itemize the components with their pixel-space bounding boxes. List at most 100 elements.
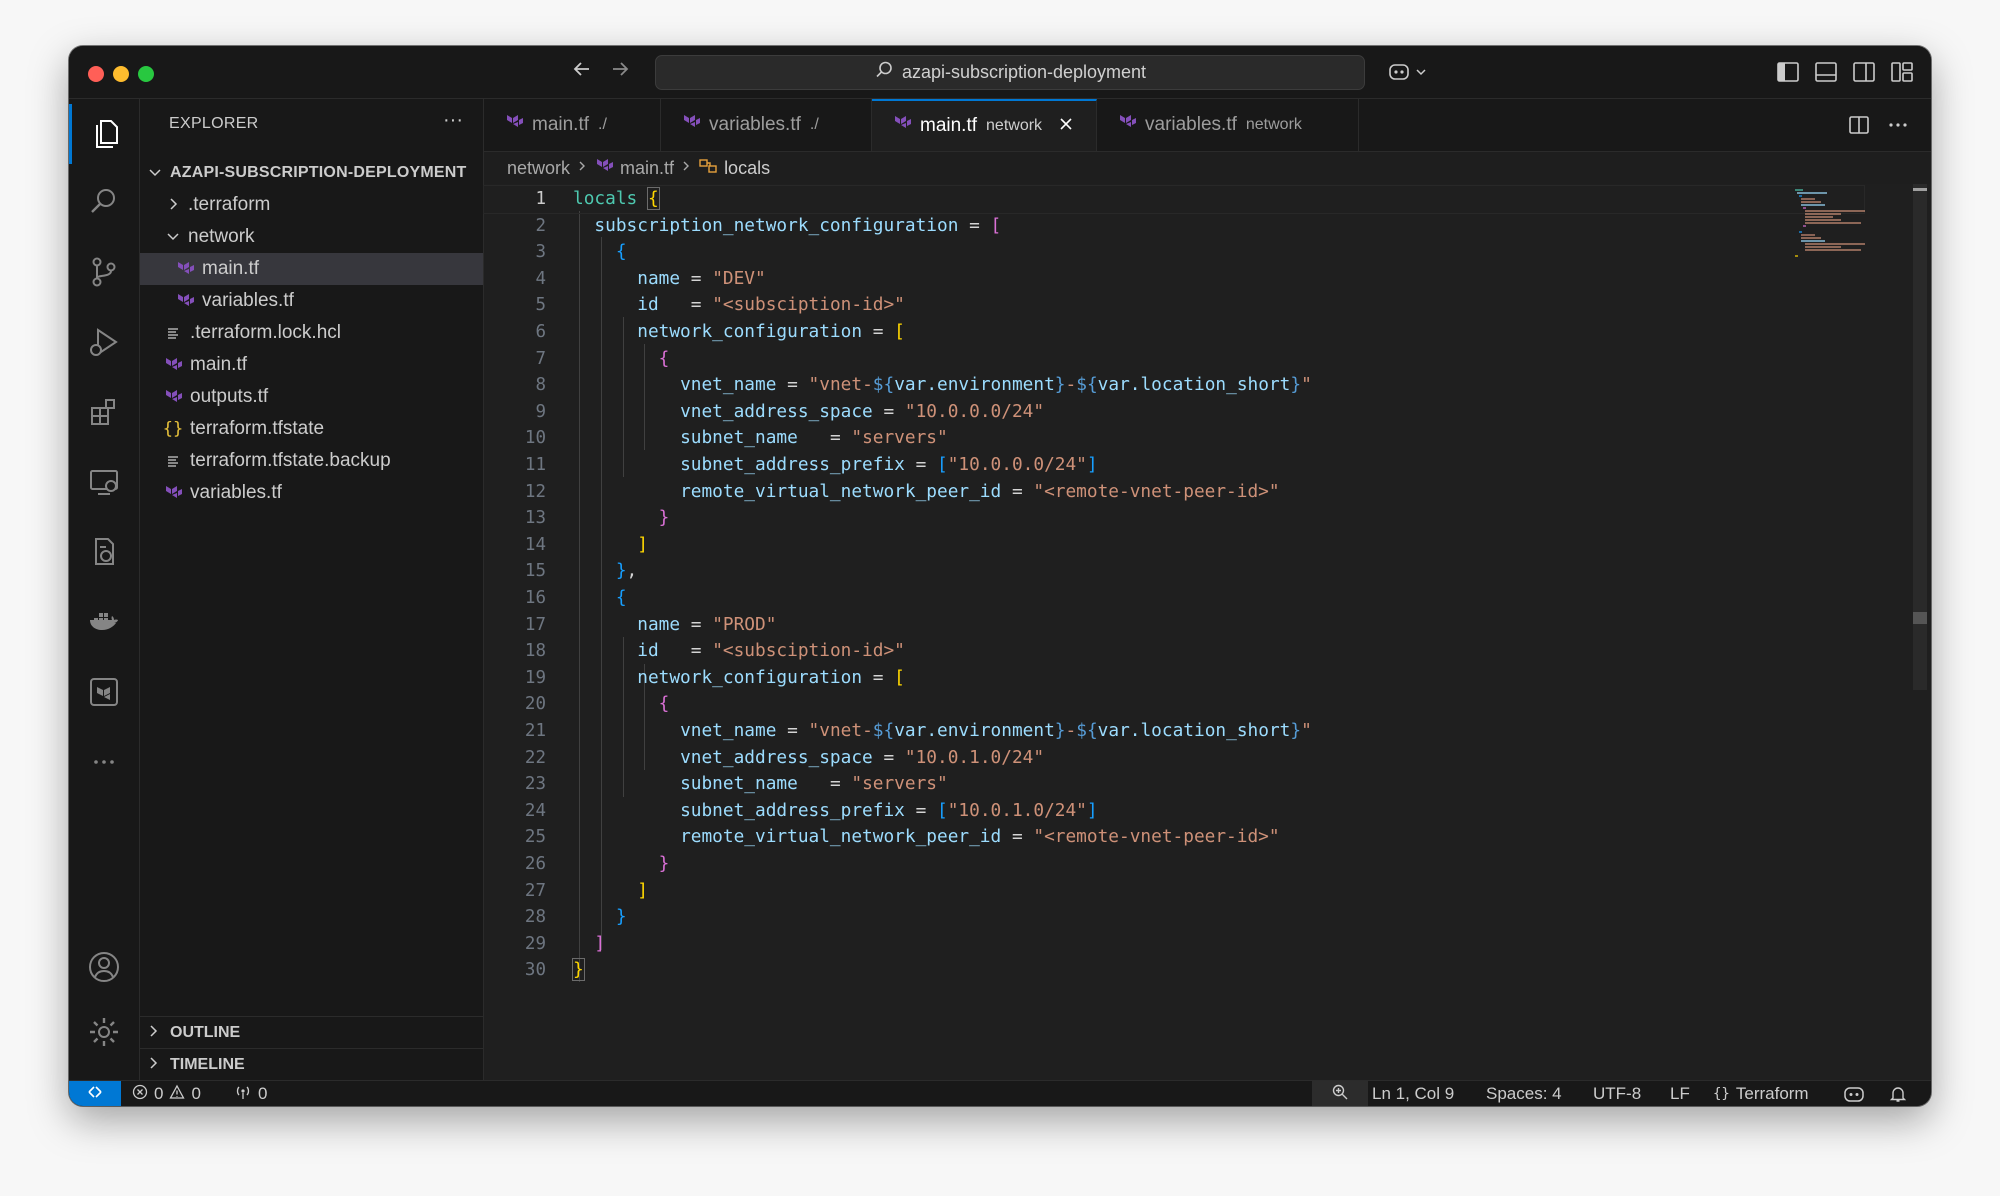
line-number: 2	[535, 215, 546, 236]
close-tab-icon[interactable]	[1058, 115, 1074, 138]
extensions-activity[interactable]	[69, 384, 139, 444]
indentation-setting[interactable]: Spaces: 4	[1486, 1081, 1562, 1106]
line-number: 18	[524, 641, 546, 662]
ports-indicator[interactable]: 0	[234, 1081, 267, 1106]
section-label: TIMELINE	[170, 1056, 245, 1073]
tree-file-outputs[interactable]: outputs.tf	[140, 381, 483, 413]
code-line[interactable]: 7 {	[484, 346, 1864, 373]
code-line[interactable]: 6 network_configuration = [	[484, 319, 1864, 346]
code-editor[interactable]: 1 locals {2 subscription_network_configur…	[483, 184, 1931, 1080]
sidebar-more-actions[interactable]: ···	[443, 109, 463, 132]
breadcrumb-symbol[interactable]: locals	[724, 158, 770, 179]
code-line[interactable]: 27 ]	[484, 878, 1864, 905]
toggle-panel-icon[interactable]	[1812, 58, 1840, 86]
minimize-window-button[interactable]	[113, 66, 129, 82]
code-line[interactable]: 18 id = "<subsciption-id>"	[484, 638, 1864, 665]
copilot-status-icon[interactable]	[1843, 1081, 1865, 1106]
code-line[interactable]: 1 locals {	[483, 185, 1865, 214]
tree-file-network-main[interactable]: main.tf	[140, 253, 483, 285]
tab-main-root[interactable]: main.tf ./	[484, 99, 661, 151]
tab-main-network[interactable]: main.tf network	[872, 99, 1097, 151]
code-line[interactable]: 3 {	[484, 239, 1864, 266]
eol-setting[interactable]: LF	[1670, 1081, 1690, 1106]
customize-layout-icon[interactable]	[1888, 58, 1916, 86]
tree-folder-terraform[interactable]: .terraform	[140, 189, 483, 221]
code-line[interactable]: 20 {	[484, 691, 1864, 718]
workspace-root[interactable]: AZAPI-SUBSCRIPTION-DEPLOYMENT	[140, 157, 483, 189]
code-line[interactable]: 29 ]	[484, 931, 1864, 958]
search-activity[interactable]	[69, 174, 139, 234]
minimap[interactable]	[1793, 188, 1893, 258]
code-line[interactable]: 17 name = "PROD"	[484, 612, 1864, 639]
explorer-activity[interactable]	[69, 104, 142, 164]
zoom-indicator[interactable]	[1312, 1081, 1368, 1106]
more-views-activity[interactable]	[69, 734, 139, 794]
sidebar-title: EXPLORER	[169, 115, 259, 132]
breadcrumb-file[interactable]: main.tf	[620, 158, 674, 179]
remote-indicator[interactable]	[69, 1081, 121, 1106]
code-line[interactable]: 19 network_configuration = [	[484, 665, 1864, 692]
toggle-primary-sidebar-icon[interactable]	[1774, 58, 1802, 86]
tree-folder-network[interactable]: network	[140, 221, 483, 253]
cursor-position[interactable]: Ln 1, Col 9	[1372, 1081, 1454, 1106]
code-line[interactable]: 23 subnet_name = "servers"	[484, 771, 1864, 798]
code-line[interactable]: 28 }	[484, 904, 1864, 931]
run-debug-activity[interactable]	[69, 314, 139, 374]
code-line[interactable]: 9 vnet_address_space = "10.0.0.0/24"	[484, 399, 1864, 426]
tree-file-main[interactable]: main.tf	[140, 349, 483, 381]
problems-indicator[interactable]: 0 0	[132, 1081, 201, 1106]
code-line[interactable]: 5 id = "<subsciption-id>"	[484, 292, 1864, 319]
code-line[interactable]: 30}	[484, 957, 1864, 984]
split-editor-icon[interactable]	[1847, 113, 1871, 143]
forward-arrow-icon[interactable]	[606, 58, 634, 86]
breadcrumb-folder[interactable]: network	[507, 158, 570, 179]
close-window-button[interactable]	[88, 66, 104, 82]
symbol-icon	[698, 156, 718, 181]
tree-file-variables[interactable]: variables.tf	[140, 477, 483, 509]
tab-label: main.tf	[532, 114, 590, 135]
code-line[interactable]: 10 subnet_name = "servers"	[484, 425, 1864, 452]
code-line[interactable]: 15 },	[484, 558, 1864, 585]
notifications-bell-icon[interactable]	[1889, 1081, 1907, 1106]
code-line[interactable]: 4 name = "DEV"	[484, 266, 1864, 293]
tab-variables-root[interactable]: variables.tf ./	[661, 99, 872, 151]
testing-activity[interactable]	[69, 524, 139, 584]
ports-count: 0	[258, 1084, 268, 1103]
code-line[interactable]: 21 vnet_name = "vnet-${var.environment}-…	[484, 718, 1864, 745]
tree-file-lock[interactable]: .terraform.lock.hcl	[140, 317, 483, 349]
code-line[interactable]: 11 subnet_address_prefix = ["10.0.0.0/24…	[484, 452, 1864, 479]
tree-file-network-variables[interactable]: variables.tf	[140, 285, 483, 317]
back-arrow-icon[interactable]	[568, 58, 596, 86]
code-line[interactable]: 26 }	[484, 851, 1864, 878]
command-center-search[interactable]: azapi-subscription-deployment	[655, 55, 1365, 90]
code-line[interactable]: 22 vnet_address_space = "10.0.1.0/24"	[484, 745, 1864, 772]
code-line[interactable]: 12 remote_virtual_network_peer_id = "<re…	[484, 479, 1864, 506]
tree-file-tfstate[interactable]: {} terraform.tfstate	[140, 413, 483, 445]
copilot-menu-icon[interactable]	[1387, 58, 1433, 86]
encoding-setting[interactable]: UTF-8	[1593, 1081, 1641, 1106]
source-control-activity[interactable]	[69, 244, 139, 304]
manage-activity[interactable]	[69, 1004, 139, 1064]
editor-more-actions-icon[interactable]	[1886, 113, 1910, 143]
remote-explorer-activity[interactable]	[69, 454, 139, 514]
terraform-activity[interactable]	[69, 664, 139, 724]
maximize-window-button[interactable]	[138, 66, 154, 82]
line-number: 22	[524, 747, 546, 768]
code-line[interactable]: 25 remote_virtual_network_peer_id = "<re…	[484, 824, 1864, 851]
code-line[interactable]: 8 vnet_name = "vnet-${var.environment}-$…	[484, 372, 1864, 399]
tree-file-tfstate-backup[interactable]: terraform.tfstate.backup	[140, 445, 483, 477]
code-line[interactable]: 16 {	[484, 585, 1864, 612]
accounts-activity[interactable]	[69, 939, 139, 999]
code-line[interactable]: 2 subscription_network_configuration = [	[484, 213, 1864, 240]
tree-item-label: variables.tf	[202, 290, 294, 311]
docker-activity[interactable]	[69, 594, 139, 654]
language-mode[interactable]: {} Terraform	[1713, 1081, 1809, 1106]
code-line[interactable]: 24 subnet_address_prefix = ["10.0.1.0/24…	[484, 798, 1864, 825]
code-line[interactable]: 13 }	[484, 505, 1864, 532]
toggle-secondary-sidebar-icon[interactable]	[1850, 58, 1878, 86]
tab-description: network	[1245, 116, 1302, 133]
outline-section-header[interactable]: OUTLINE	[140, 1016, 483, 1049]
timeline-section-header[interactable]: TIMELINE	[140, 1048, 483, 1081]
code-line[interactable]: 14 ]	[484, 532, 1864, 559]
tab-variables-network[interactable]: variables.tf network	[1097, 99, 1359, 151]
